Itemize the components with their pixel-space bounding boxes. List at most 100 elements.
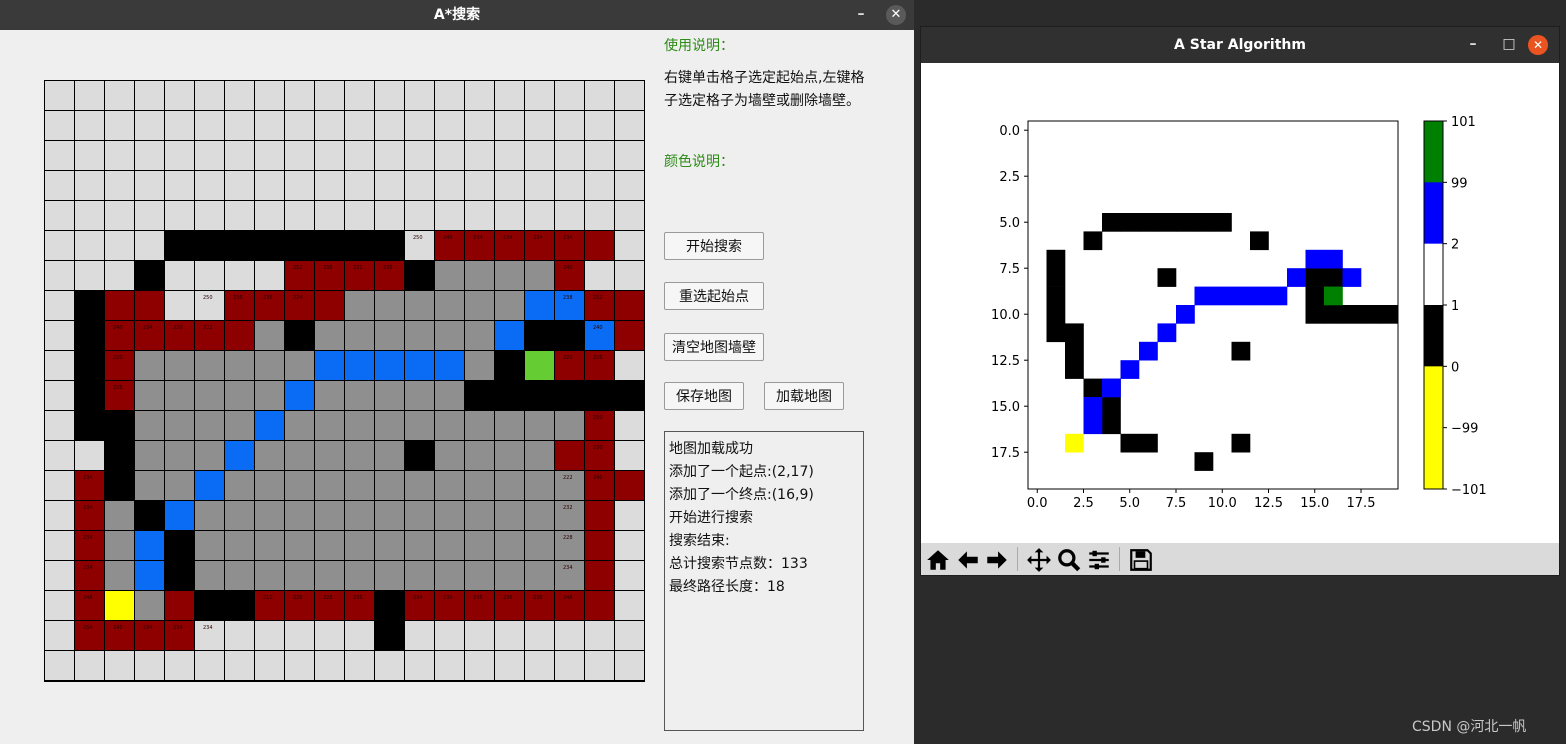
grid-cell-closed[interactable]: [315, 441, 345, 471]
grid-cell-closed[interactable]: [315, 501, 345, 531]
grid-cell-empty[interactable]: [75, 111, 105, 141]
grid-cell-closed[interactable]: [315, 531, 345, 561]
grid-cell-open[interactable]: [225, 321, 255, 351]
grid-cell-empty[interactable]: [225, 261, 255, 291]
grid-cell-open[interactable]: 234: [165, 621, 195, 651]
grid-cell-wall[interactable]: [75, 291, 105, 321]
grid-cell-wall[interactable]: [75, 351, 105, 381]
grid-cell-empty[interactable]: [225, 201, 255, 231]
grid-cell-open[interactable]: [135, 291, 165, 321]
grid-cell-open[interactable]: 234: [495, 231, 525, 261]
grid-cell-closed[interactable]: [435, 291, 465, 321]
grid-cell-closed[interactable]: [315, 411, 345, 441]
grid-cell-wall[interactable]: [165, 531, 195, 561]
grid-cell-closed[interactable]: [285, 501, 315, 531]
grid-cell-wall[interactable]: [195, 591, 225, 621]
grid-cell-closed[interactable]: [405, 291, 435, 321]
grid-cell-closed[interactable]: [225, 411, 255, 441]
grid-cell-open[interactable]: [585, 591, 615, 621]
grid-cell-closed[interactable]: [285, 411, 315, 441]
grid-cell-closed[interactable]: [135, 471, 165, 501]
grid-cell-open[interactable]: 254: [75, 621, 105, 651]
grid-cell-closed[interactable]: [225, 531, 255, 561]
grid-cell-wall[interactable]: [285, 231, 315, 261]
grid-cell-closed[interactable]: [195, 501, 225, 531]
grid-cell-empty[interactable]: [525, 201, 555, 231]
grid-cell-wall[interactable]: [345, 231, 375, 261]
grid-cell-open[interactable]: 220: [165, 321, 195, 351]
grid-cell-closed[interactable]: [195, 441, 225, 471]
grid-cell-empty[interactable]: [345, 171, 375, 201]
grid-cell-wall[interactable]: [405, 441, 435, 471]
grid-cell-empty[interactable]: [465, 651, 495, 681]
grid-cell-empty[interactable]: [45, 171, 75, 201]
grid-cell-closed[interactable]: [285, 531, 315, 561]
grid-cell-closed[interactable]: [525, 261, 555, 291]
grid-cell-closed[interactable]: [435, 531, 465, 561]
grid-cell-closed[interactable]: [435, 321, 465, 351]
grid-cell-empty[interactable]: [435, 651, 465, 681]
grid-cell-open[interactable]: 240: [555, 261, 585, 291]
grid-cell-empty[interactable]: [525, 171, 555, 201]
grid-cell-closed[interactable]: [405, 471, 435, 501]
grid-cell-closed[interactable]: [465, 501, 495, 531]
grid-cell-empty[interactable]: [345, 81, 375, 111]
grid-cell-closed[interactable]: [135, 411, 165, 441]
grid-cell-closed[interactable]: [315, 561, 345, 591]
grid-cell-closed[interactable]: [195, 411, 225, 441]
grid-cell-closed[interactable]: [195, 531, 225, 561]
grid-cell-closed[interactable]: [105, 501, 135, 531]
grid-cell-wall[interactable]: [495, 351, 525, 381]
grid-cell-empty[interactable]: [195, 141, 225, 171]
grid-cell-empty[interactable]: [165, 141, 195, 171]
grid-cell-empty[interactable]: [615, 231, 645, 261]
grid-cell-open[interactable]: 226: [105, 381, 135, 411]
grid-cell-empty[interactable]: [45, 591, 75, 621]
grid-cell-empty[interactable]: [615, 171, 645, 201]
grid-cell-open[interactable]: 236: [525, 591, 555, 621]
grid-cell-empty[interactable]: [105, 111, 135, 141]
grid-cell-open[interactable]: 228: [315, 591, 345, 621]
grid-cell-empty[interactable]: [495, 171, 525, 201]
grid-cell-wall[interactable]: [105, 411, 135, 441]
grid-cell-empty[interactable]: [345, 111, 375, 141]
grid-cell-closed[interactable]: [495, 291, 525, 321]
start-search-button[interactable]: 开始搜索: [664, 232, 764, 260]
grid-cell-closed[interactable]: [465, 321, 495, 351]
grid-cell-empty[interactable]: [555, 621, 585, 651]
grid-cell-empty[interactable]: [615, 141, 645, 171]
grid-cell-empty[interactable]: [555, 201, 585, 231]
grid-cell-closed[interactable]: [345, 411, 375, 441]
grid-cell-path[interactable]: [135, 531, 165, 561]
grid-cell-empty[interactable]: [45, 111, 75, 141]
grid-cell-closed[interactable]: [165, 471, 195, 501]
grid-cell-empty[interactable]: [45, 651, 75, 681]
grid-cell-closed[interactable]: [165, 381, 195, 411]
grid-cell-closed[interactable]: [105, 561, 135, 591]
pan-icon[interactable]: [1026, 547, 1052, 573]
grid-cell-empty[interactable]: [75, 141, 105, 171]
grid-cell-closed[interactable]: [405, 501, 435, 531]
grid-cell-closed[interactable]: [345, 531, 375, 561]
grid-cell-wall[interactable]: [75, 381, 105, 411]
grid-cell-closed[interactable]: [255, 501, 285, 531]
grid-cell-open[interactable]: 248: [75, 591, 105, 621]
grid-cell-empty[interactable]: [105, 141, 135, 171]
grid-cell-empty[interactable]: [555, 171, 585, 201]
forward-arrow-icon[interactable]: [984, 547, 1010, 573]
grid-cell-empty[interactable]: [315, 621, 345, 651]
grid-cell-empty[interactable]: [285, 111, 315, 141]
grid-cell-path[interactable]: [225, 441, 255, 471]
grid-cell-closed[interactable]: [315, 321, 345, 351]
grid-cell-closed[interactable]: [135, 441, 165, 471]
grid-cell-closed[interactable]: 234: [555, 561, 585, 591]
grid-cell-empty[interactable]: [435, 111, 465, 141]
grid-cell-open[interactable]: 220: [555, 351, 585, 381]
grid-cell-empty[interactable]: [615, 441, 645, 471]
grid-cell-empty[interactable]: [45, 411, 75, 441]
grid-cell-closed[interactable]: [255, 531, 285, 561]
grid-cell-empty[interactable]: [45, 321, 75, 351]
grid-cell-empty[interactable]: [585, 111, 615, 141]
grid-cell-empty[interactable]: [285, 621, 315, 651]
grid-cell-open[interactable]: 234: [75, 471, 105, 501]
